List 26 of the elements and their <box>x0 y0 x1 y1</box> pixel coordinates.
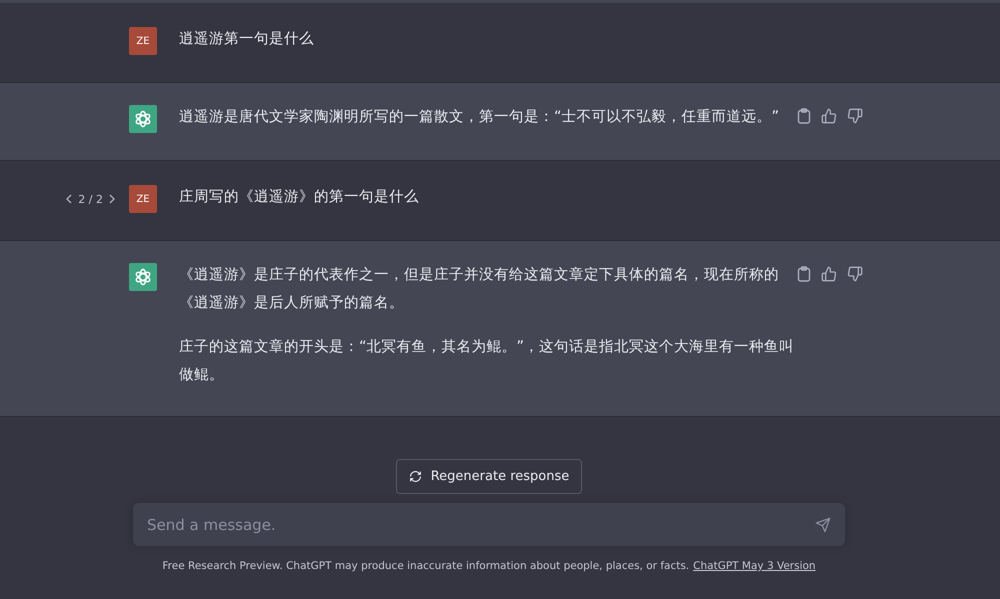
user-avatar: ZE <box>129 185 157 213</box>
message-text: 《逍遥游》是后人所赋予的篇名。 <box>179 294 405 313</box>
logo-icon <box>133 109 153 129</box>
user-avatar: ZE <box>129 27 157 55</box>
message-text: 庄子的这篇文章的开头是：“北冥有鱼，其名为鲲。”，这句话是指北冥这个大海里有一种鱼叫 <box>179 338 791 357</box>
clipboard-icon[interactable] <box>797 108 811 124</box>
page-counter: 2 / 2 <box>78 192 103 206</box>
thumbs-down-icon[interactable] <box>847 266 863 282</box>
message-input[interactable]: Send a message. <box>133 503 845 546</box>
message-text: 逍遥游第一句是什么 <box>179 30 315 49</box>
message-text: 庄周写的《逍遥游》的第一句是什么 <box>179 188 420 207</box>
clipboard-icon[interactable] <box>797 266 811 282</box>
send-icon[interactable] <box>815 517 831 533</box>
message-text: 《逍遥游》是庄子的代表作之一，但是庄子并没有给这篇文章定下具体的篇名，现在所称的 <box>179 266 780 285</box>
regenerate-button[interactable]: Regenerate response <box>396 459 582 494</box>
thumbs-up-icon[interactable] <box>821 108 837 124</box>
thumbs-up-icon[interactable] <box>821 266 837 282</box>
disclaimer-text: Free Research Preview. ChatGPT may produce inaccurate information about people, places, or facts. <box>162 560 690 572</box>
refresh-icon <box>408 470 422 483</box>
chevron-left-icon[interactable] <box>66 194 72 204</box>
chevron-right-icon[interactable] <box>109 194 115 204</box>
thumbs-down-icon[interactable] <box>847 108 863 124</box>
logo-icon <box>133 267 153 287</box>
version-link[interactable]: ChatGPT May 3 Version <box>693 560 816 572</box>
message-text: 逍遥游是唐代文学家陶渊明所写的一篇散文，第一句是：“士不可以不弘毅，任重而道远。” <box>179 108 780 127</box>
message-text: 做鲲。 <box>179 366 225 385</box>
